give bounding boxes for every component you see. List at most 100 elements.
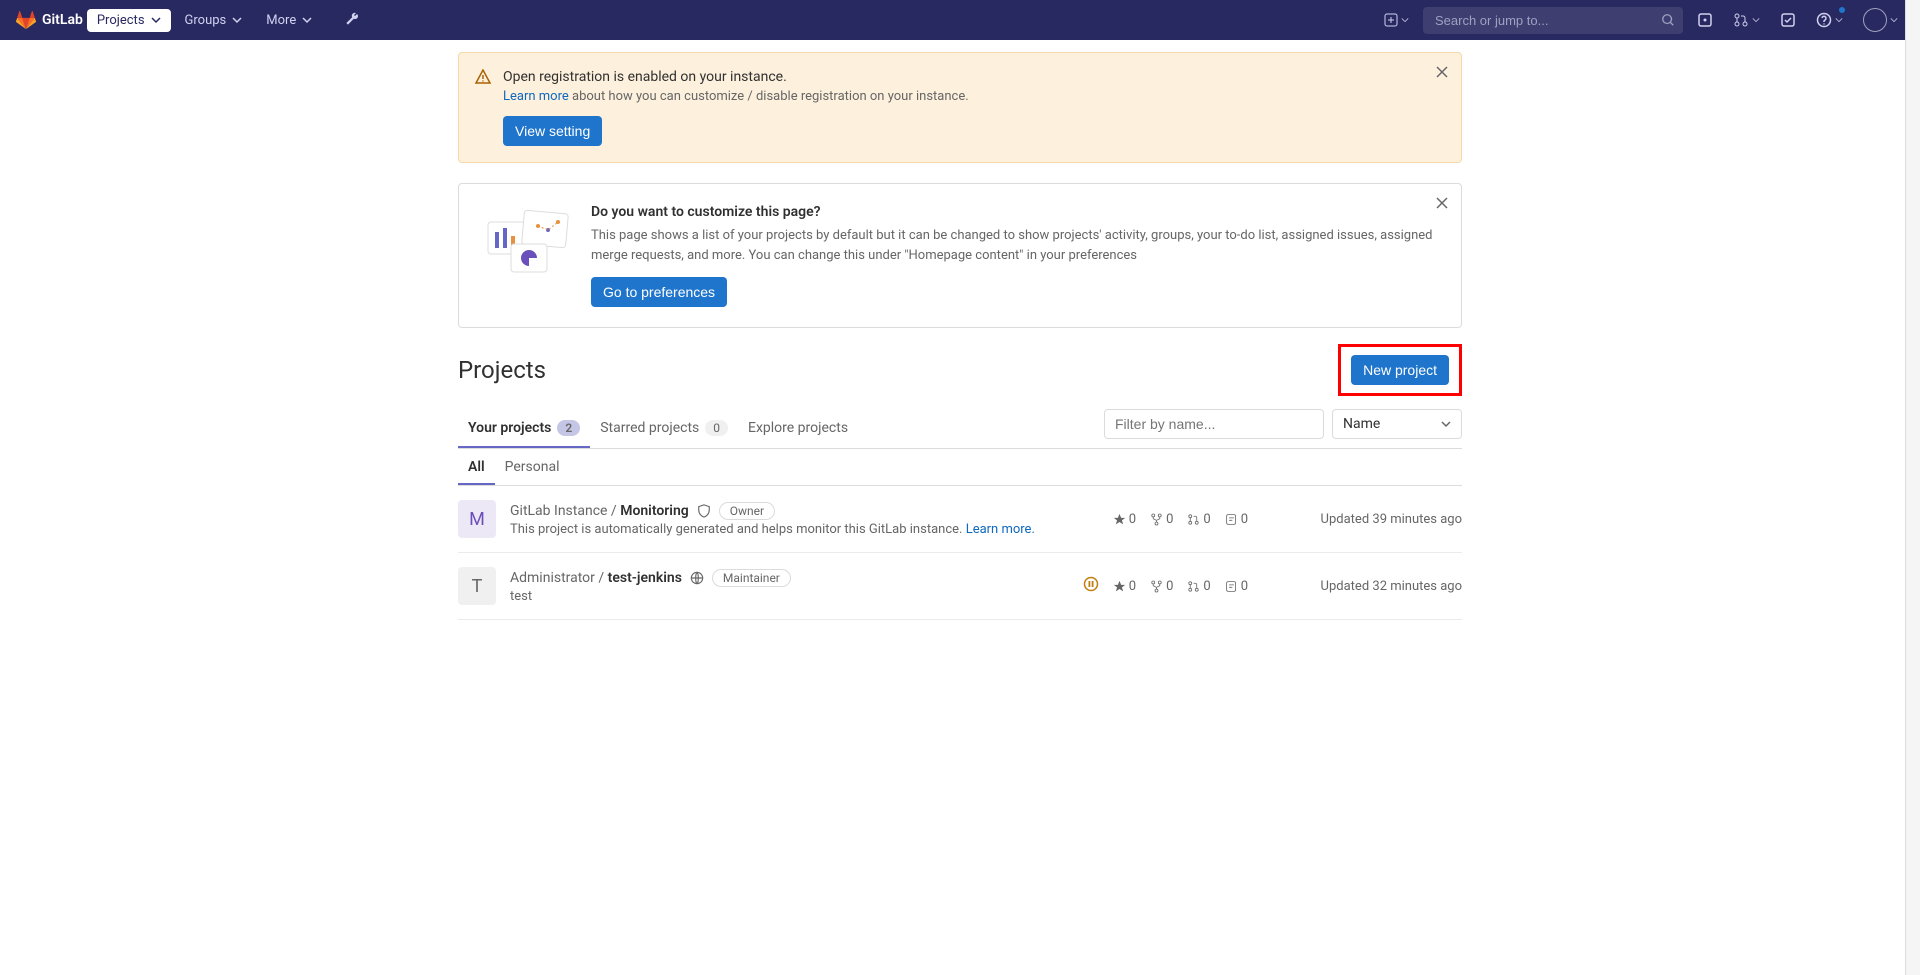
user-menu-button[interactable] xyxy=(1857,4,1904,36)
project-subtabs: All Personal xyxy=(458,449,1462,486)
merge-request-icon xyxy=(1187,513,1200,526)
brand-text: GitLab xyxy=(42,12,83,28)
tab-starred-projects[interactable]: Starred projects 0 xyxy=(590,408,738,448)
chevron-down-icon xyxy=(232,15,242,25)
stars-stat[interactable]: 0 xyxy=(1113,579,1136,594)
chart-illustration xyxy=(483,204,563,274)
top-navbar: GitLab Projects Groups More xyxy=(0,0,1920,40)
project-updated: Updated 32 minutes ago xyxy=(1262,579,1462,594)
project-name: test-jenkins xyxy=(608,570,682,586)
gitlab-logo[interactable]: GitLab xyxy=(16,10,83,30)
todos-shortcut-button[interactable] xyxy=(1774,8,1802,32)
page-header: Projects New project xyxy=(458,344,1462,396)
close-icon xyxy=(1435,65,1449,79)
sort-dropdown[interactable]: Name xyxy=(1332,409,1462,439)
stars-stat[interactable]: 0 xyxy=(1113,512,1136,527)
tab-count-badge: 2 xyxy=(557,420,580,436)
project-row[interactable]: MGitLab Instance / MonitoringOwnerThis p… xyxy=(458,486,1462,553)
help-dropdown-button[interactable] xyxy=(1810,8,1849,32)
merge-requests-stat[interactable]: 0 xyxy=(1187,579,1210,594)
groups-nav-label: Groups xyxy=(185,13,227,28)
project-info: Administrator / test-jenkins Maintainer te… xyxy=(510,569,1069,604)
customize-page-card: Do you want to customize this page? This… xyxy=(458,183,1462,328)
tab-label: Starred projects xyxy=(600,420,699,436)
project-desc-link[interactable]: Learn more. xyxy=(966,522,1035,537)
chevron-down-icon xyxy=(151,15,161,25)
chevron-down-icon xyxy=(1401,16,1409,24)
more-nav-button[interactable]: More xyxy=(256,9,322,32)
tab-label: Explore projects xyxy=(748,420,848,436)
tab-explore-projects[interactable]: Explore projects xyxy=(738,408,858,448)
close-info-card-button[interactable] xyxy=(1435,196,1449,214)
alert-text-after: about how you can customize / disable re… xyxy=(569,89,969,104)
scrollbar-track[interactable] xyxy=(1905,0,1920,975)
view-setting-button[interactable]: View setting xyxy=(503,116,602,146)
search-input[interactable] xyxy=(1423,7,1683,34)
nav-right xyxy=(1378,4,1904,36)
chevron-down-icon xyxy=(1441,419,1451,429)
go-to-preferences-button[interactable]: Go to preferences xyxy=(591,277,727,307)
issues-icon xyxy=(1225,513,1238,526)
project-tabs: Your projects 2 Starred projects 0 Explo… xyxy=(458,408,1462,449)
main-content: Open registration is enabled on your ins… xyxy=(458,40,1462,632)
issues-icon xyxy=(1225,580,1238,593)
new-dropdown-button[interactable] xyxy=(1378,9,1415,31)
chevron-down-icon xyxy=(1752,16,1760,24)
issues-icon xyxy=(1697,12,1713,28)
fork-icon xyxy=(1150,580,1163,593)
groups-nav-button[interactable]: Groups xyxy=(175,9,253,32)
role-badge: Maintainer xyxy=(712,569,791,587)
tab-your-projects[interactable]: Your projects 2 xyxy=(458,408,590,448)
project-name: Monitoring xyxy=(620,503,689,519)
project-description: test xyxy=(510,589,1069,604)
chevron-down-icon xyxy=(302,15,312,25)
issues-stat[interactable]: 0 xyxy=(1225,512,1248,527)
question-circle-icon xyxy=(1816,12,1832,28)
todo-icon xyxy=(1780,12,1796,28)
search-icon xyxy=(1661,13,1675,27)
chevron-down-icon xyxy=(1835,16,1843,24)
user-avatar xyxy=(1863,8,1887,32)
notification-dot xyxy=(1839,7,1845,13)
wrench-icon xyxy=(344,12,360,28)
project-path: Administrator / xyxy=(510,570,608,586)
subtab-all[interactable]: All xyxy=(458,449,495,485)
project-stats: 0000 xyxy=(1083,576,1248,596)
merge-requests-shortcut-button[interactable] xyxy=(1727,8,1766,32)
search-wrap xyxy=(1423,7,1683,34)
tab-label: Your projects xyxy=(468,420,551,436)
plus-square-icon xyxy=(1384,13,1398,27)
new-project-button[interactable]: New project xyxy=(1351,355,1449,385)
shield-icon xyxy=(697,504,711,518)
project-title: Administrator / test-jenkins Maintainer xyxy=(510,569,1069,587)
project-row[interactable]: TAdministrator / test-jenkinsMaintainert… xyxy=(458,553,1462,620)
close-alert-button[interactable] xyxy=(1435,65,1449,83)
filter-by-name-input[interactable] xyxy=(1104,409,1324,439)
highlight-annotation: New project xyxy=(1338,344,1462,396)
merge-request-icon xyxy=(1733,12,1749,28)
alert-body: Open registration is enabled on your ins… xyxy=(503,69,1445,146)
alert-title: Open registration is enabled on your ins… xyxy=(503,69,1445,85)
fork-icon xyxy=(1150,513,1163,526)
nav-left: GitLab Projects Groups More xyxy=(16,8,366,32)
project-updated: Updated 39 minutes ago xyxy=(1262,512,1462,527)
forks-stat[interactable]: 0 xyxy=(1150,512,1173,527)
project-path: GitLab Instance / xyxy=(510,503,620,519)
filter-row: Name xyxy=(1104,409,1462,447)
forks-stat[interactable]: 0 xyxy=(1150,579,1173,594)
info-body: Do you want to customize this page? This… xyxy=(591,204,1437,307)
project-avatar: M xyxy=(458,500,496,538)
star-icon xyxy=(1113,580,1126,593)
pipeline-status-icon xyxy=(1083,576,1099,596)
projects-nav-button[interactable]: Projects xyxy=(87,9,171,32)
info-title: Do you want to customize this page? xyxy=(591,204,1437,220)
chevron-down-icon xyxy=(1890,16,1898,24)
project-list: MGitLab Instance / MonitoringOwnerThis p… xyxy=(458,486,1462,620)
learn-more-link[interactable]: Learn more xyxy=(503,89,569,104)
subtab-personal[interactable]: Personal xyxy=(495,449,570,485)
issues-stat[interactable]: 0 xyxy=(1225,579,1248,594)
issues-shortcut-button[interactable] xyxy=(1691,8,1719,32)
wrench-admin-button[interactable] xyxy=(338,8,366,32)
merge-requests-stat[interactable]: 0 xyxy=(1187,512,1210,527)
project-title: GitLab Instance / MonitoringOwner xyxy=(510,502,1099,520)
